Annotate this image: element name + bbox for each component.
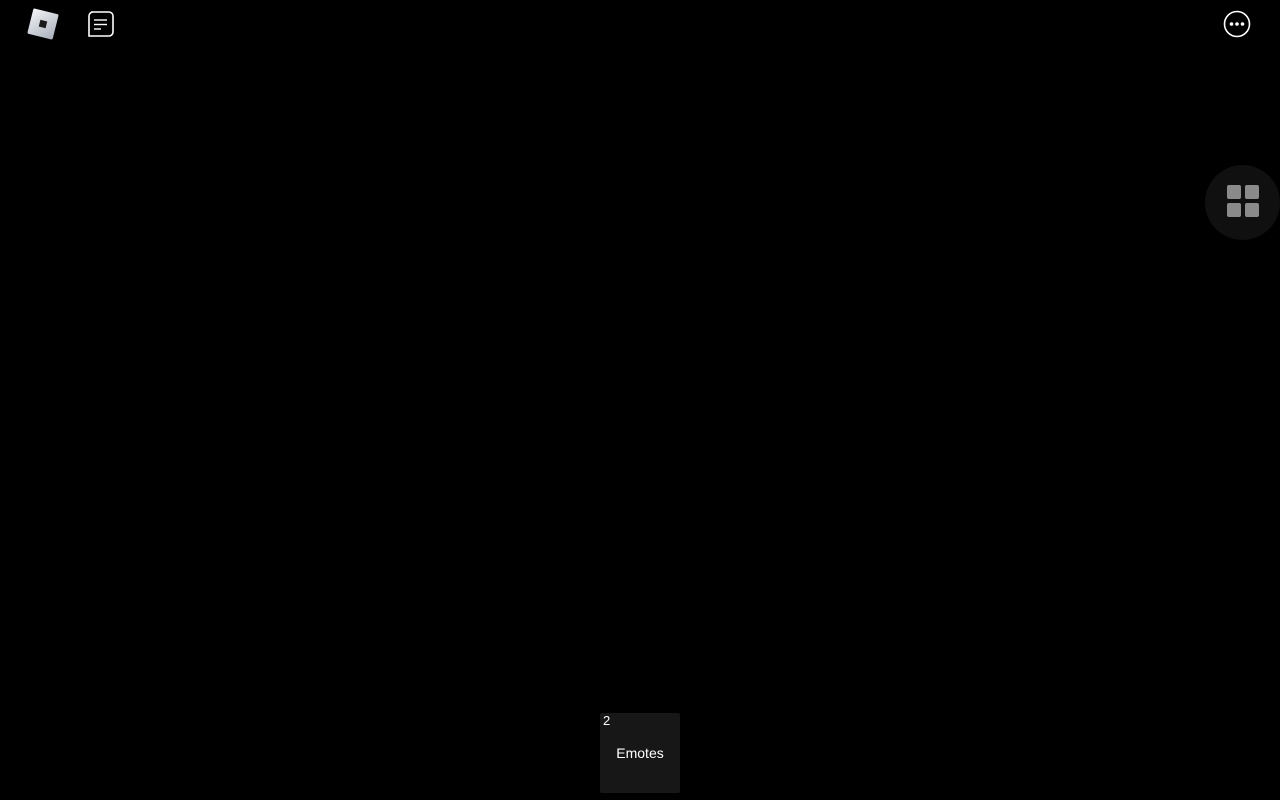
more-options-button[interactable] bbox=[1222, 9, 1252, 43]
chat-button[interactable] bbox=[84, 10, 116, 42]
slot-number: 2 bbox=[603, 713, 611, 728]
side-menu-toggle-button[interactable] bbox=[1205, 165, 1280, 240]
roblox-menu-button[interactable] bbox=[24, 8, 62, 44]
grid-icon bbox=[1225, 183, 1261, 223]
game-viewport[interactable]: 2 Emotes bbox=[0, 0, 1280, 800]
hotbar-slot-emotes[interactable]: 2 Emotes bbox=[600, 713, 680, 793]
more-options-icon bbox=[1222, 9, 1252, 43]
slot-label: Emotes bbox=[616, 745, 664, 761]
hotbar: 2 Emotes bbox=[600, 713, 680, 793]
roblox-logo-icon bbox=[25, 6, 61, 46]
chat-icon bbox=[85, 9, 115, 43]
